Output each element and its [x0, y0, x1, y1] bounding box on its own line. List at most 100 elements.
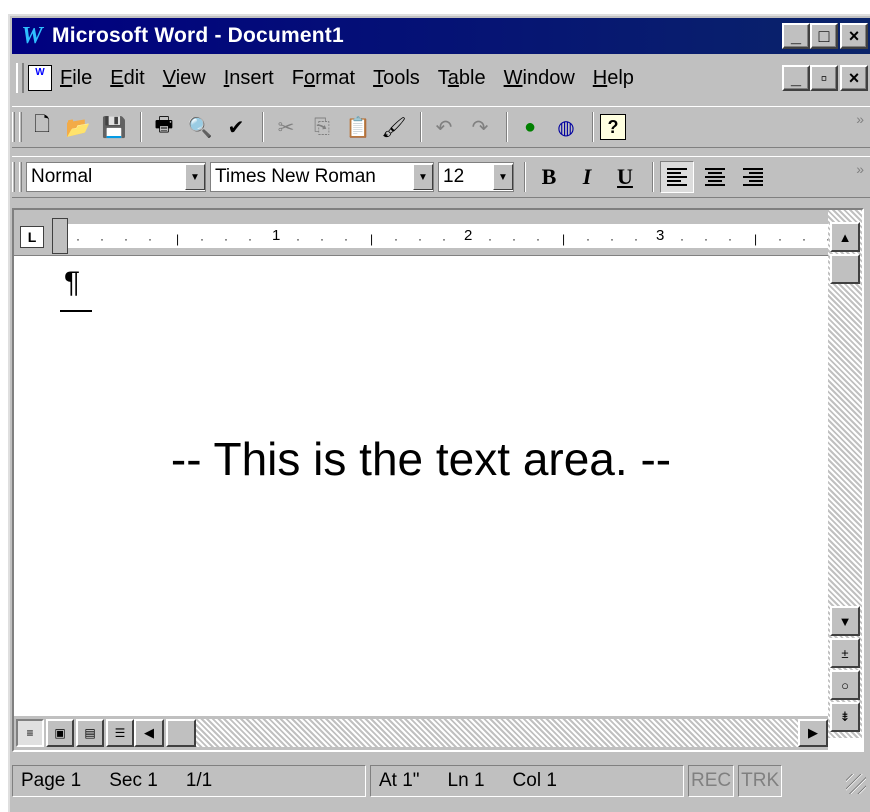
toolbar-grip[interactable] — [19, 112, 22, 142]
document-controls: _ ▫ × — [782, 65, 868, 91]
ruler-tick: · — [344, 232, 348, 246]
outline-view-icon[interactable]: ☰ — [106, 719, 134, 747]
normal-view-icon[interactable]: ≡ — [16, 719, 44, 747]
horizontal-scroll-thumb[interactable] — [166, 719, 196, 747]
undo-icon[interactable]: ↶ — [428, 111, 460, 143]
menu-view[interactable]: View — [163, 65, 206, 92]
ruler-tick: · — [488, 232, 492, 246]
menu-edit[interactable]: Edit — [110, 65, 144, 92]
vertical-scrollbar[interactable]: ▲ ▼ ± ○ ⇟ — [828, 210, 862, 738]
web-globe-icon[interactable]: ◍ — [550, 111, 582, 143]
word-app-icon[interactable]: W — [18, 23, 46, 50]
doc-close-button[interactable]: × — [840, 65, 868, 91]
menu-tools[interactable]: Tools — [373, 65, 420, 92]
align-center-button[interactable] — [698, 161, 732, 193]
new-document-icon[interactable]: 🗋 — [26, 111, 58, 143]
window-title: Microsoft Word - Document1 — [52, 24, 344, 47]
save-icon[interactable]: 💾 — [98, 111, 130, 143]
print-icon[interactable]: 🖶 — [148, 111, 180, 143]
scroll-right-button[interactable]: ▶ — [798, 719, 828, 747]
toolbar-overflow-icon[interactable]: » — [856, 161, 864, 177]
horizontal-ruler[interactable]: L · · · · | · · · 1 · · · | · · · 2 · · — [14, 210, 830, 256]
formatting-toolbar: Normal ▼ Times New Roman ▼ 12 ▼ B I U » — [12, 156, 870, 198]
spelling-icon[interactable]: ✔ — [220, 111, 252, 143]
document-text-area[interactable]: ¶ -- This is the text area. -- — [14, 256, 828, 730]
align-right-button[interactable] — [736, 161, 770, 193]
ruler-tick: · — [394, 232, 398, 246]
toolbar-grip[interactable] — [12, 162, 15, 192]
resize-grip-icon[interactable] — [846, 774, 866, 794]
menu-bar: W File Edit View Insert Format Tools Tab… — [12, 60, 870, 96]
style-select[interactable]: Normal ▼ — [26, 162, 206, 192]
web-toolbar-icon[interactable]: ● — [514, 111, 546, 143]
menu-help[interactable]: Help — [593, 65, 634, 92]
close-button[interactable]: × — [840, 23, 868, 49]
help-icon[interactable]: ? — [600, 114, 626, 140]
ruler-tick: · — [442, 232, 446, 246]
status-section: Sec 1 — [109, 770, 158, 791]
toolbar-grip[interactable] — [19, 162, 22, 192]
status-page-panel[interactable]: Page 1 Sec 1 1/1 — [12, 765, 366, 797]
menu-file[interactable]: File — [60, 65, 92, 92]
status-position-panel[interactable]: At 1" Ln 1 Col 1 — [370, 765, 684, 797]
web-layout-view-icon[interactable]: ▣ — [46, 719, 74, 747]
scroll-left-button[interactable]: ◀ — [134, 719, 164, 747]
ruler-tick: · — [296, 232, 300, 246]
underline-button[interactable]: U — [608, 164, 642, 190]
doc-minimize-button[interactable]: _ — [782, 65, 810, 91]
font-size-value: 12 — [443, 166, 465, 187]
menu-format[interactable]: Format — [292, 65, 355, 92]
redo-icon[interactable]: ↷ — [464, 111, 496, 143]
title-bar[interactable]: W Microsoft Word - Document1 _ □ × — [12, 18, 870, 54]
ruler-strip[interactable]: · · · · | · · · 1 · · · | · · · 2 · · · — [52, 224, 830, 248]
status-rec[interactable]: REC — [688, 765, 735, 797]
maximize-button[interactable]: □ — [810, 23, 838, 49]
print-layout-view-icon[interactable]: ▤ — [76, 719, 104, 747]
horizontal-scrollbar[interactable] — [166, 719, 798, 747]
ruler-tick: · — [802, 232, 806, 246]
print-preview-icon[interactable]: 🔍 — [184, 111, 216, 143]
next-page-button[interactable]: ⇟ — [830, 702, 860, 732]
ruler-tick: · — [418, 232, 422, 246]
document-icon[interactable]: W — [28, 65, 52, 91]
font-select[interactable]: Times New Roman ▼ — [210, 162, 434, 192]
doc-restore-button[interactable]: ▫ — [810, 65, 838, 91]
align-left-icon — [667, 168, 687, 186]
open-folder-icon[interactable]: 📂 — [62, 111, 94, 143]
status-column: Col 1 — [512, 770, 557, 791]
status-trk[interactable]: TRK — [738, 765, 783, 797]
tab-stop-selector[interactable]: L — [20, 226, 44, 248]
menu-window[interactable]: Window — [504, 65, 575, 92]
status-bar: Page 1 Sec 1 1/1 At 1" Ln 1 Col 1 REC TR… — [12, 762, 870, 800]
ruler-tick: | — [370, 232, 374, 246]
align-left-button[interactable] — [660, 161, 694, 193]
scroll-up-button[interactable]: ▲ — [830, 222, 860, 252]
scroll-thumb[interactable] — [830, 254, 860, 284]
indent-marker[interactable] — [52, 218, 68, 254]
chevron-down-icon[interactable]: ▼ — [493, 164, 513, 190]
cut-icon[interactable]: ✂ — [270, 111, 302, 143]
chevron-down-icon[interactable]: ▼ — [185, 164, 205, 190]
copy-icon[interactable]: ⎘ — [306, 111, 338, 143]
chevron-down-icon[interactable]: ▼ — [413, 164, 433, 190]
previous-page-button[interactable]: ± — [830, 638, 860, 668]
toolbar-grip[interactable] — [12, 112, 15, 142]
toolbar-separator — [592, 112, 594, 142]
ruler-tick: · — [200, 232, 204, 246]
menu-insert[interactable]: Insert — [224, 65, 274, 92]
paste-icon[interactable]: 📋 — [342, 111, 374, 143]
status-at: At 1" — [379, 770, 420, 791]
toolbar-overflow-icon[interactable]: » — [856, 111, 864, 127]
bold-button[interactable]: B — [532, 164, 566, 190]
menu-table[interactable]: Table — [438, 65, 486, 92]
italic-button[interactable]: I — [570, 164, 604, 190]
format-painter-icon[interactable]: 🖌 — [378, 111, 410, 143]
scroll-down-button[interactable]: ▼ — [830, 606, 860, 636]
status-pages: 1/1 — [185, 770, 213, 791]
ruler-tick: · — [76, 232, 80, 246]
text-cursor — [60, 310, 92, 312]
font-size-select[interactable]: 12 ▼ — [438, 162, 514, 192]
menubar-grip[interactable] — [16, 63, 24, 93]
select-browse-object-button[interactable]: ○ — [830, 670, 860, 700]
minimize-button[interactable]: _ — [782, 23, 810, 49]
